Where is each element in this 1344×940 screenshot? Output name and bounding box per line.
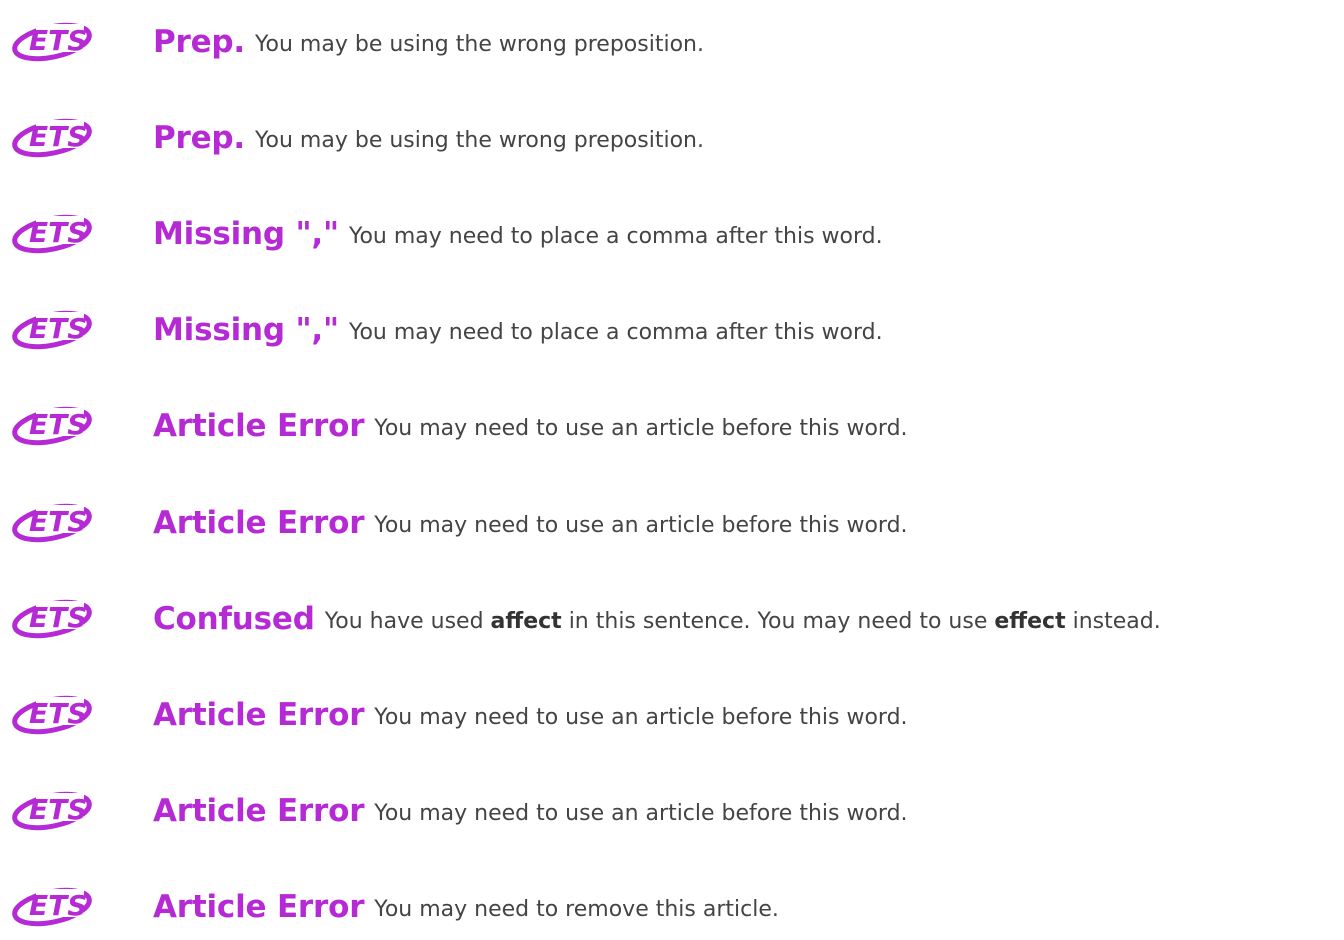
ets-logo-icon: ETS xyxy=(4,396,96,450)
feedback-category: Missing "," xyxy=(153,216,339,252)
svg-text:ETS: ETS xyxy=(29,120,87,153)
feedback-message: You may need to place a comma after this… xyxy=(348,223,883,249)
svg-text:ETS: ETS xyxy=(29,697,87,730)
feedback-item[interactable]: ETS Missing "," You may need to place a … xyxy=(0,204,1344,264)
feedback-item[interactable]: ETS Article Error You may need to remove… xyxy=(0,877,1344,937)
feedback-category: Confused xyxy=(153,601,315,637)
feedback-message: You may be using the wrong preposition. xyxy=(255,31,704,57)
feedback-message: You may need to place a comma after this… xyxy=(348,319,883,345)
feedback-message: You may need to use an article before th… xyxy=(374,512,908,538)
feedback-category: Article Error xyxy=(153,697,365,733)
ets-logo-icon: ETS xyxy=(4,204,96,258)
feedback-item[interactable]: ETS Article Error You may need to use an… xyxy=(0,685,1344,745)
feedback-message: You have used affect in this sentence. Y… xyxy=(324,608,1161,634)
feedback-item[interactable]: ETS Confused You have used affect in thi… xyxy=(0,589,1344,649)
ets-logo-icon: ETS xyxy=(4,589,96,643)
feedback-item[interactable]: ETS Missing "," You may need to place a … xyxy=(0,300,1344,360)
feedback-list: ETS Prep. You may be using the wrong pre… xyxy=(0,0,1344,940)
feedback-category: Article Error xyxy=(153,408,365,444)
feedback-message: You may need to use an article before th… xyxy=(374,800,908,826)
suggested-word: effect xyxy=(994,608,1066,634)
ets-logo-icon: ETS xyxy=(4,300,96,354)
ets-logo-icon: ETS xyxy=(4,12,96,66)
ets-logo-icon: ETS xyxy=(4,877,96,931)
feedback-category: Missing "," xyxy=(153,312,339,348)
feedback-category: Article Error xyxy=(153,793,365,829)
feedback-category: Prep. xyxy=(153,120,246,156)
feedback-item[interactable]: ETS Article Error You may need to use an… xyxy=(0,781,1344,841)
feedback-message: You may need to use an article before th… xyxy=(374,704,908,730)
feedback-item[interactable]: ETS Article Error You may need to use an… xyxy=(0,396,1344,456)
ets-logo-icon: ETS xyxy=(4,685,96,739)
svg-text:ETS: ETS xyxy=(29,216,87,249)
svg-text:ETS: ETS xyxy=(29,793,87,826)
feedback-item[interactable]: ETS Prep. You may be using the wrong pre… xyxy=(0,108,1344,168)
svg-text:ETS: ETS xyxy=(29,312,87,345)
feedback-message: You may need to use an article before th… xyxy=(374,415,908,441)
ets-logo-icon: ETS xyxy=(4,493,96,547)
svg-text:ETS: ETS xyxy=(29,889,87,922)
feedback-item[interactable]: ETS Prep. You may be using the wrong pre… xyxy=(0,12,1344,72)
feedback-message: You may need to remove this article. xyxy=(374,896,779,922)
svg-text:ETS: ETS xyxy=(29,408,87,441)
highlighted-word: affect xyxy=(490,608,562,634)
feedback-item[interactable]: ETS Article Error You may need to use an… xyxy=(0,493,1344,553)
feedback-category: Article Error xyxy=(153,889,365,925)
feedback-message: You may be using the wrong preposition. xyxy=(255,127,704,153)
svg-text:ETS: ETS xyxy=(29,601,87,634)
ets-logo-icon: ETS xyxy=(4,108,96,162)
feedback-category: Article Error xyxy=(153,505,365,541)
svg-text:ETS: ETS xyxy=(29,24,87,57)
svg-text:ETS: ETS xyxy=(29,505,87,538)
ets-logo-icon: ETS xyxy=(4,781,96,835)
feedback-category: Prep. xyxy=(153,24,246,60)
